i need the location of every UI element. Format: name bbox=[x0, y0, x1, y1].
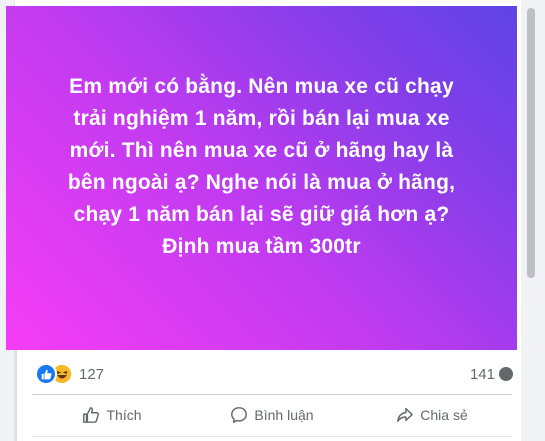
stats-divider bbox=[32, 394, 512, 395]
scrollbar-thumb[interactable] bbox=[527, 8, 535, 278]
post-text-line: Em mới có bằng. Nên mua xe cũ chạy bbox=[69, 75, 454, 98]
comment-icon bbox=[231, 407, 248, 423]
action-bar: Thích Bình luận Chia sẻ bbox=[32, 396, 512, 434]
post-text-line: chạy 1 năm bán lại sẽ giữ giá hơn ạ? bbox=[73, 203, 450, 226]
like-icon bbox=[35, 363, 57, 385]
share-button-label: Chia sẻ bbox=[420, 407, 468, 423]
reactions-summary[interactable]: 127 bbox=[35, 363, 104, 385]
share-button[interactable]: Chia sẻ bbox=[352, 398, 512, 432]
comment-button[interactable]: Bình luận bbox=[192, 398, 352, 432]
comments-summary[interactable]: 141 bbox=[470, 366, 513, 383]
thumbs-up-glyph bbox=[41, 369, 52, 379]
post-text-line: Định mua tầm 300tr bbox=[162, 235, 361, 258]
card-bottom-divider bbox=[32, 436, 512, 437]
comment-button-label: Bình luận bbox=[254, 407, 314, 423]
post-text-line: mới. Thì nên mua xe cũ ở hãng hay là bbox=[69, 139, 454, 162]
like-button-label: Thích bbox=[106, 407, 142, 423]
comment-count: 141 bbox=[469, 365, 495, 383]
post-background: Em mới có bằng. Nên mua xe cũ chạy trải … bbox=[6, 6, 517, 350]
post-text-line: trải nghiệm 1 năm, rồi bán lại mua xe bbox=[73, 107, 450, 130]
post-text-line: bên ngoài ạ? Nghe nói là mua ở hãng, bbox=[67, 171, 456, 194]
post-stats: 127 141 bbox=[35, 356, 513, 392]
card-left-border bbox=[15, 350, 17, 441]
reaction-count: 127 bbox=[79, 365, 105, 383]
comment-bubble-icon bbox=[499, 367, 513, 381]
share-icon bbox=[397, 407, 414, 423]
post-text: Em mới có bằng. Nên mua xe cũ chạy trải … bbox=[68, 71, 455, 263]
like-button[interactable]: Thích bbox=[32, 398, 192, 432]
thumbs-up-icon bbox=[83, 407, 100, 423]
